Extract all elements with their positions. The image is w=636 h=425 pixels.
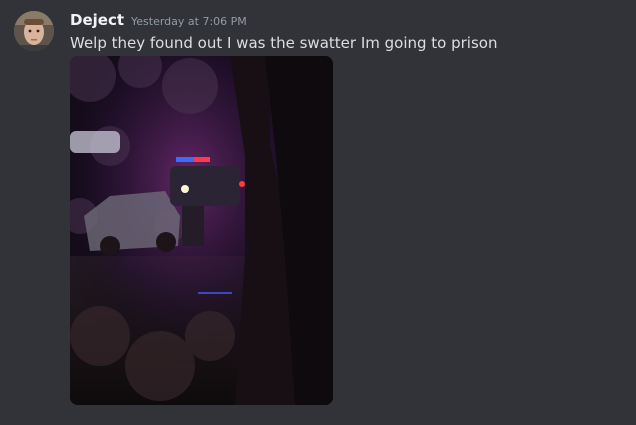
avatar-image	[14, 11, 54, 51]
attachment-photo	[70, 56, 333, 405]
image-attachment[interactable]	[70, 56, 333, 405]
user-avatar[interactable]	[14, 11, 54, 51]
message-content: Welp they found out I was the swatter Im…	[70, 34, 498, 52]
username[interactable]: Deject	[70, 11, 124, 29]
message-header: Deject Yesterday at 7:06 PM	[70, 11, 247, 31]
chat-message: Deject Yesterday at 7:06 PM Welp they fo…	[0, 0, 636, 425]
message-timestamp: Yesterday at 7:06 PM	[131, 15, 247, 28]
